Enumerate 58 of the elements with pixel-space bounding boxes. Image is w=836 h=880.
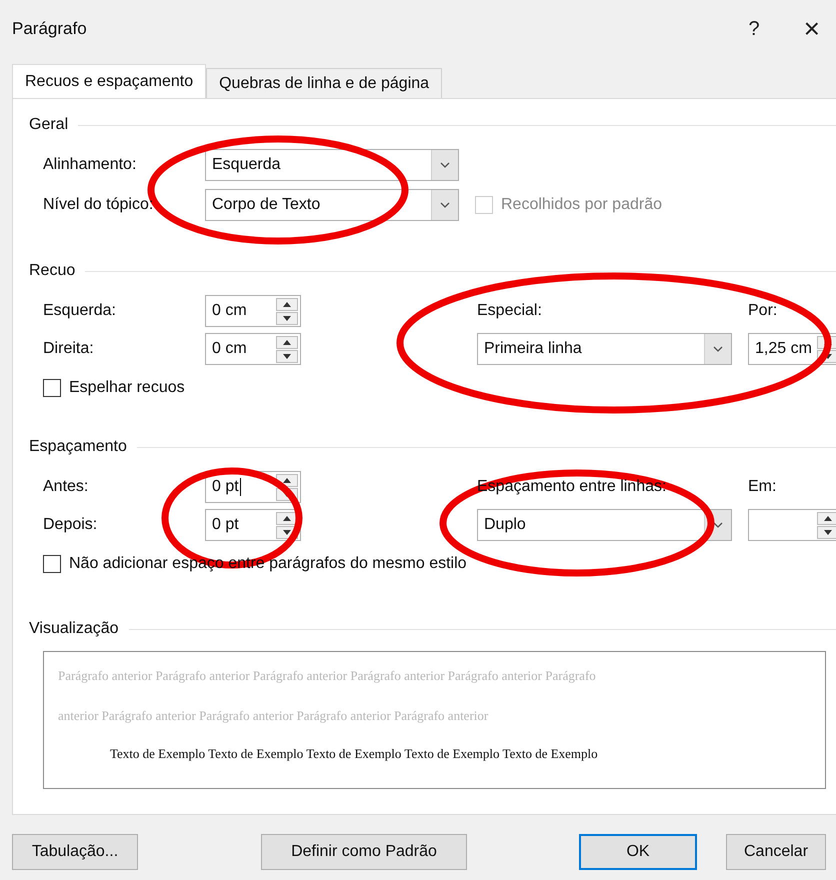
dialog-button[interactable]: OK (579, 834, 697, 870)
up-arrow-icon (283, 302, 291, 306)
field-label: Alinhamento: (43, 156, 138, 174)
down-arrow-icon (283, 530, 291, 534)
section-title: Espaçamento (29, 438, 127, 456)
section-title: Recuo (29, 262, 76, 280)
field-label: Esquerda: (43, 302, 117, 320)
up-arrow-icon (824, 516, 832, 520)
field-label: Em: (748, 478, 778, 496)
spin-down-button[interactable] (276, 350, 298, 362)
up-arrow-icon (283, 516, 291, 520)
spin-field[interactable]: 0 pt (205, 509, 301, 541)
spin-field[interactable] (748, 509, 836, 541)
dialog-button[interactable]: Cancelar (726, 834, 826, 870)
chevron-down-icon (713, 522, 723, 528)
spin-up-button[interactable] (276, 336, 298, 348)
preview-text: anterior Parágrafo anterior Parágrafo anterior Parágrafo anterior Parágrafo anterior (58, 708, 490, 725)
field-label: Direita: (43, 340, 95, 358)
close-button[interactable]: × (800, 13, 824, 45)
section-title: Geral (29, 116, 68, 134)
dropdown[interactable]: Esquerda (205, 149, 459, 181)
spin-field[interactable]: 0 cm (205, 333, 301, 365)
field-label: Por: (748, 302, 778, 320)
chevron-down-icon (440, 162, 450, 168)
down-arrow-icon (283, 354, 291, 358)
spin-field[interactable]: 0 cm (205, 295, 301, 327)
field-label: Depois: (43, 516, 98, 534)
up-arrow-icon (283, 478, 291, 482)
section-title: Visualização (29, 620, 119, 638)
checkbox[interactable] (43, 379, 61, 397)
spin-field[interactable]: 1,25 cm (748, 333, 836, 365)
field-label: Especial: (477, 302, 543, 320)
dialog-button[interactable]: Tabulação... (12, 834, 138, 870)
down-arrow-icon (824, 354, 832, 358)
tab[interactable]: Quebras de linha e de página (206, 68, 442, 98)
preview-text: Parágrafo anterior Parágrafo anterior Parágrafo anterior Parágrafo anterior Parágrafo anterior Parágrafo (58, 668, 597, 685)
field-label: Antes: (43, 478, 90, 496)
dropdown[interactable]: Duplo (477, 509, 732, 541)
checkbox-label: Recolhidos por padrão (501, 196, 662, 214)
window-title: Parágrafo (12, 19, 87, 39)
checkbox[interactable] (43, 555, 61, 573)
chevron-down-icon (440, 202, 450, 208)
down-arrow-icon (824, 530, 832, 534)
chevron-down-icon (713, 346, 723, 352)
help-button[interactable]: ? (744, 18, 764, 40)
spin-down-button[interactable] (817, 526, 836, 538)
up-arrow-icon (283, 340, 291, 344)
dialog-button[interactable]: Definir como Padrão (261, 834, 467, 870)
dropdown[interactable]: Primeira linha (477, 333, 732, 365)
checkbox-label: Espelhar recuos (69, 379, 185, 397)
sample-text: Texto de Exemplo Texto de Exemplo Texto de Exemplo Texto de Exemplo Texto de Exemplo (109, 746, 599, 762)
field-label: Nível do tópico: (43, 196, 154, 214)
spin-up-button[interactable] (276, 298, 298, 310)
down-arrow-icon (283, 316, 291, 320)
spin-up-button[interactable] (817, 512, 836, 524)
spin-down-button[interactable] (276, 312, 298, 324)
dropdown[interactable]: Corpo de Texto (205, 189, 459, 221)
tab[interactable]: Recuos e espaçamento (12, 64, 206, 98)
